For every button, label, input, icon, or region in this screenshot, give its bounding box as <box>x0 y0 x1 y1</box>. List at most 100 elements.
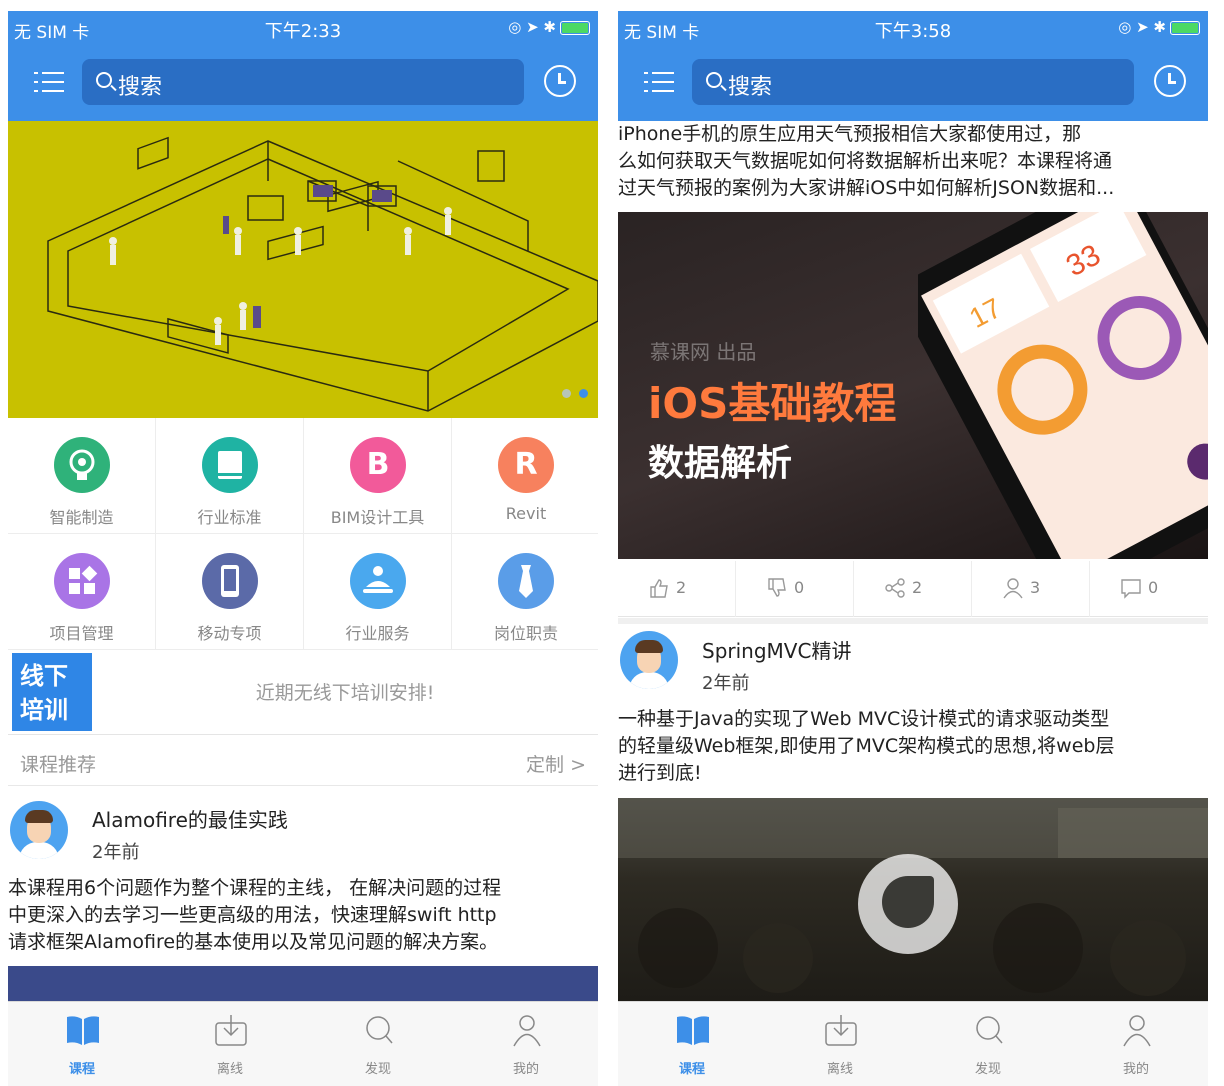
tab-mine[interactable]: 我的 <box>1062 1002 1208 1086</box>
download-icon <box>215 1015 247 1046</box>
share-stat[interactable]: 2 <box>854 561 972 617</box>
search-placeholder: 搜索 <box>728 75 773 100</box>
category-revit[interactable]: R Revit <box>452 418 598 534</box>
desc-line: 进行到底! <box>618 762 702 784</box>
category-label: 岗位职责 <box>493 624 558 643</box>
course-title: Alamofire的最佳实践 <box>92 808 288 832</box>
status-bar: 无 SIM 卡 下午3:58 ◎ ➤ ✱ <box>618 11 1208 45</box>
banner-subtitle: 数据解析 <box>648 443 793 484</box>
page-dot[interactable] <box>562 389 571 398</box>
course-recommend-header: 课程推荐 定制 > <box>8 738 598 786</box>
tab-label: 发现 <box>974 1062 1001 1077</box>
person-icon <box>1123 1015 1151 1047</box>
banner-illustration <box>47 136 598 412</box>
page-dot-active[interactable] <box>579 389 588 398</box>
avatar <box>10 801 68 859</box>
category-label: 行业服务 <box>345 624 410 643</box>
search-placeholder: 搜索 <box>118 75 163 100</box>
tab-label: 发现 <box>364 1062 391 1077</box>
tab-discover[interactable]: 发现 <box>304 1002 452 1086</box>
lightbulb-icon <box>54 437 110 493</box>
category-smart-manufacturing[interactable]: 智能制造 <box>8 418 156 534</box>
category-grid: 智能制造 行业标准 B BIM设计工具 R Revit 项目管理 移动专项 行业… <box>8 418 598 650</box>
like-stat[interactable]: 2 <box>618 561 736 617</box>
search-input[interactable]: 搜索 <box>82 59 524 105</box>
course-card[interactable]: Alamofire的最佳实践 2年前 本课程用6个问题作为整个课程的主线， 在解… <box>8 786 598 1006</box>
carousel-page-indicator[interactable] <box>554 383 588 402</box>
course-cover-image[interactable]: 33 17 慕课网 出品 iOS基础教程 数据解析 <box>618 212 1208 559</box>
status-icons: ◎ ➤ ✱ <box>508 18 590 36</box>
banner-carousel[interactable] <box>8 121 598 418</box>
comment-stat[interactable]: 0 <box>1090 561 1208 617</box>
search-icon <box>96 72 112 88</box>
tab-label: 离线 <box>216 1062 243 1077</box>
customize-link[interactable]: 定制 > <box>526 750 586 777</box>
tab-bar: 课程 离线 发现 我的 <box>8 1001 598 1086</box>
category-label: Revit <box>505 504 547 523</box>
book-icon <box>202 437 258 493</box>
nav-bar: 搜索 <box>618 45 1208 121</box>
tab-courses[interactable]: 课程 <box>8 1002 156 1086</box>
course-time: 2年前 <box>92 842 140 863</box>
letter-r-icon: R <box>498 437 554 493</box>
offline-training-badge: 线下 培训 <box>12 653 92 731</box>
banner-title: iOS基础教程 <box>648 379 897 428</box>
download-icon <box>825 1015 857 1046</box>
dislike-stat[interactable]: 0 <box>736 561 854 617</box>
status-icons: ◎ ➤ ✱ <box>1118 18 1200 36</box>
course-stats-bar: 2 0 2 3 0 <box>618 561 1208 617</box>
battery-icon <box>1170 20 1200 35</box>
desc-line: 请求框架Alamofire的基本使用以及常见问题的解决方案。 <box>8 931 499 953</box>
list-icon[interactable] <box>34 65 68 99</box>
desc-line: 的轻量级Web框架,即使用了MVC架构模式的思想,将web层 <box>618 735 1115 757</box>
list-icon[interactable] <box>644 65 678 99</box>
desc-line: iPhone手机的原生应用天气预报相信大家都使用过，那 <box>618 123 1082 145</box>
phone-icon <box>202 553 258 609</box>
tablet-illustration: 33 17 <box>918 212 1208 559</box>
desc-line: 本课程用6个问题作为整个课程的主线， 在解决问题的过程 <box>8 877 502 899</box>
search-input[interactable]: 搜索 <box>692 59 1134 105</box>
tab-discover[interactable]: 发现 <box>914 1002 1062 1086</box>
clock-icon[interactable] <box>1154 65 1186 97</box>
book-open-icon <box>67 1016 99 1045</box>
badge-line: 培训 <box>20 696 68 724</box>
phone-screen-right: 无 SIM 卡 下午3:58 ◎ ➤ ✱ 搜索 iPhone手机的原生应用天气预… <box>618 11 1208 1086</box>
category-job-duties[interactable]: 岗位职责 <box>452 534 598 650</box>
book-open-icon <box>677 1016 709 1045</box>
comment-count: 0 <box>1148 578 1159 597</box>
desc-line: 么如何获取天气数据呢如何将数据解析出来呢？本课程将通 <box>618 150 1113 172</box>
desc-line: 中更深入的去学习一些更高级的用法，快速理解swift http <box>8 904 497 926</box>
course-time: 2年前 <box>702 673 750 694</box>
tab-label: 我的 <box>512 1062 539 1077</box>
clock-icon[interactable] <box>544 65 576 97</box>
learner-count: 3 <box>1030 578 1041 597</box>
tab-offline[interactable]: 离线 <box>766 1002 914 1086</box>
course-description: 本课程用6个问题作为整个课程的主线， 在解决问题的过程 中更深入的去学习一些更高… <box>8 875 592 956</box>
tab-courses[interactable]: 课程 <box>618 1002 766 1086</box>
course-cover-image[interactable] <box>618 798 1208 1001</box>
learner-stat[interactable]: 3 <box>972 561 1090 617</box>
category-mobile[interactable]: 移动专项 <box>156 534 304 650</box>
grid-icon <box>54 553 110 609</box>
tab-offline[interactable]: 离线 <box>156 1002 304 1086</box>
category-industry-standard[interactable]: 行业标准 <box>156 418 304 534</box>
brand-watermark: 慕课网 出品 <box>650 340 757 364</box>
offline-training-section[interactable]: 线下 培训 近期无线下培训安排! <box>8 651 598 735</box>
like-count: 2 <box>676 578 687 597</box>
category-label: BIM设计工具 <box>330 508 425 527</box>
tab-bar: 课程 离线 发现 我的 <box>618 1001 1208 1086</box>
course-card[interactable]: SpringMVC精讲 2年前 一种基于Java的实现了Web MVC设计模式的… <box>618 624 1208 798</box>
tab-mine[interactable]: 我的 <box>452 1002 598 1086</box>
user-icon <box>1003 578 1023 599</box>
dislike-count: 0 <box>794 578 805 597</box>
category-label: 智能制造 <box>49 508 114 527</box>
category-label: 行业标准 <box>197 508 262 527</box>
tab-label: 课程 <box>68 1062 95 1077</box>
tie-icon <box>498 553 554 609</box>
share-icon <box>885 578 905 598</box>
category-industry-service[interactable]: 行业服务 <box>304 534 452 650</box>
search-icon <box>976 1016 1003 1044</box>
category-bim-tools[interactable]: B BIM设计工具 <box>304 418 452 534</box>
course-title: SpringMVC精讲 <box>702 639 852 663</box>
category-project-management[interactable]: 项目管理 <box>8 534 156 650</box>
